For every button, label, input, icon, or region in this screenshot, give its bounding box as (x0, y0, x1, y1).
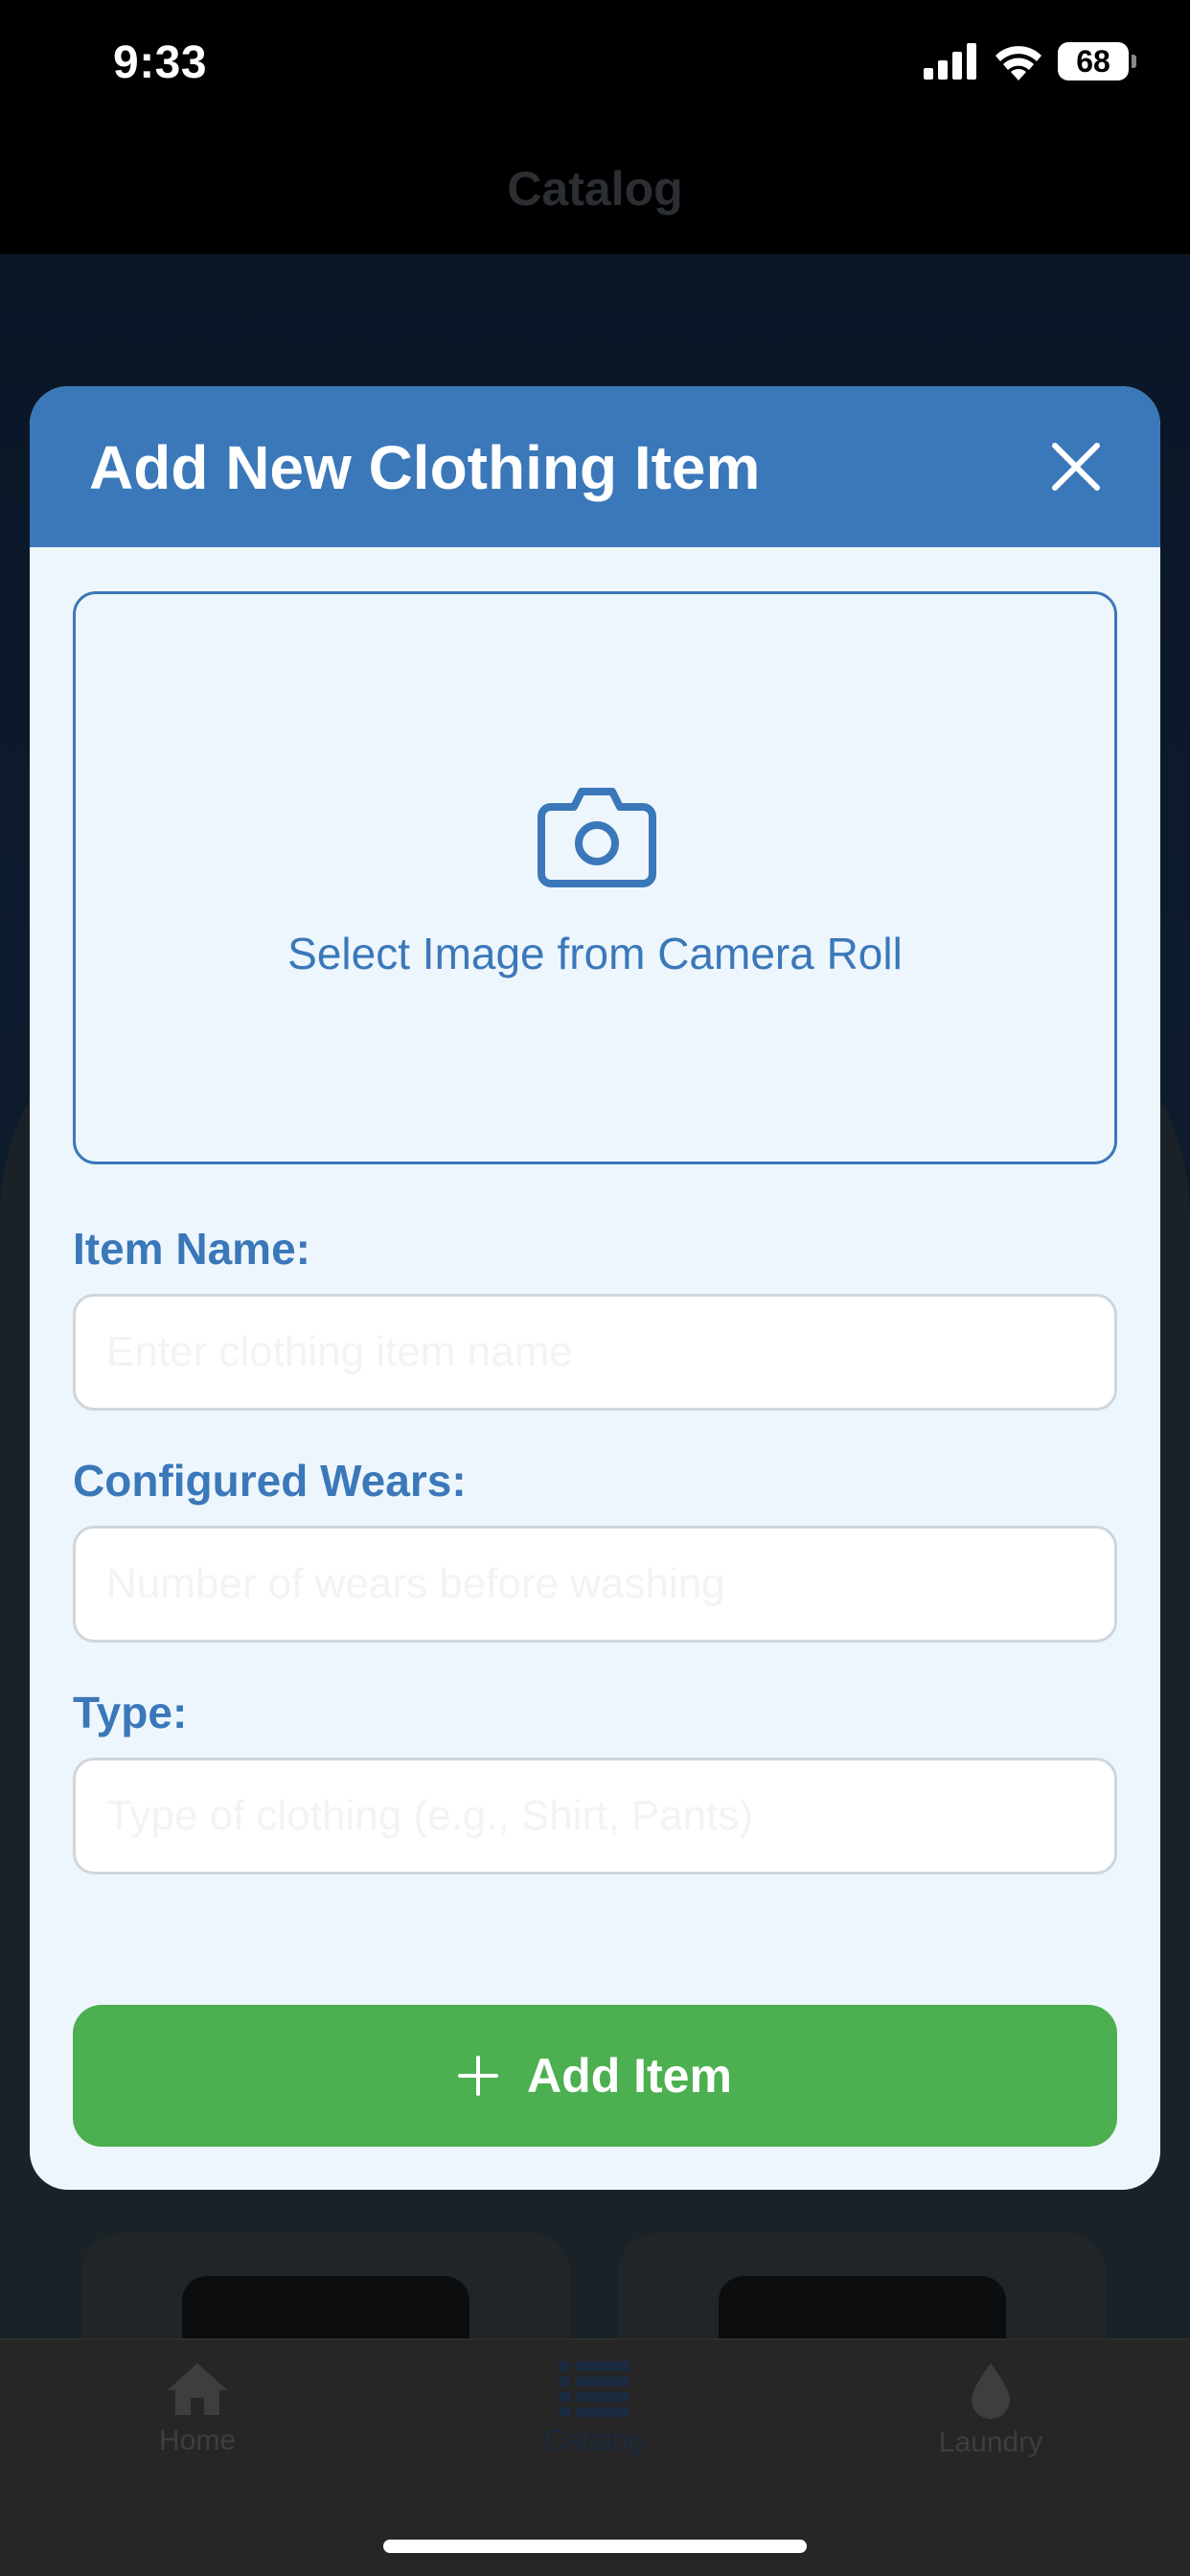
add-item-label: Add Item (527, 2049, 732, 2103)
tab-laundry[interactable]: Laundry (876, 2361, 1106, 2459)
tab-catalog[interactable]: Catalog (479, 2361, 709, 2457)
image-picker-button[interactable]: Select Image from Camera Roll (73, 591, 1117, 1164)
wifi-icon (995, 46, 1041, 80)
tab-laundry-label: Laundry (938, 2426, 1043, 2458)
item-name-input[interactable] (73, 1294, 1117, 1411)
status-bar: 9:33 68 (0, 0, 1190, 134)
close-button[interactable] (1040, 430, 1112, 503)
camera-icon (538, 788, 656, 887)
type-input[interactable] (73, 1758, 1117, 1874)
battery-icon: 68 (1058, 42, 1136, 80)
nav-bar: Catalog (0, 134, 1190, 254)
tab-home[interactable]: Home (82, 2361, 312, 2457)
configured-wears-label: Configured Wears: (73, 1456, 467, 1506)
background-item-image (182, 2276, 469, 2338)
close-icon (1052, 443, 1100, 491)
modal-header: Add New Clothing Item (30, 386, 1160, 547)
item-name-label: Item Name: (73, 1224, 310, 1274)
status-icons: 68 (924, 42, 1136, 80)
background-item-card (618, 2233, 1107, 2338)
image-picker-label: Select Image from Camera Roll (287, 929, 903, 978)
tab-home-label: Home (158, 2425, 237, 2456)
water-drop-icon (972, 2363, 1010, 2419)
add-item-button[interactable]: Add Item (73, 2005, 1117, 2147)
status-time: 9:33 (113, 37, 208, 88)
home-indicator (383, 2540, 807, 2553)
nav-title: Catalog (507, 162, 683, 216)
home-icon (168, 2363, 227, 2415)
plus-icon (458, 2056, 499, 2096)
tab-catalog-label: Catalog (544, 2425, 644, 2456)
cellular-signal-icon (924, 43, 976, 80)
configured-wears-input[interactable] (73, 1526, 1117, 1643)
type-label: Type: (73, 1688, 188, 1737)
background-item-card (81, 2233, 570, 2338)
background-item-image (719, 2276, 1006, 2338)
modal-title: Add New Clothing Item (89, 433, 761, 502)
add-item-modal: Add New Clothing Item Select Image from … (30, 386, 1160, 2190)
list-icon (559, 2361, 629, 2417)
